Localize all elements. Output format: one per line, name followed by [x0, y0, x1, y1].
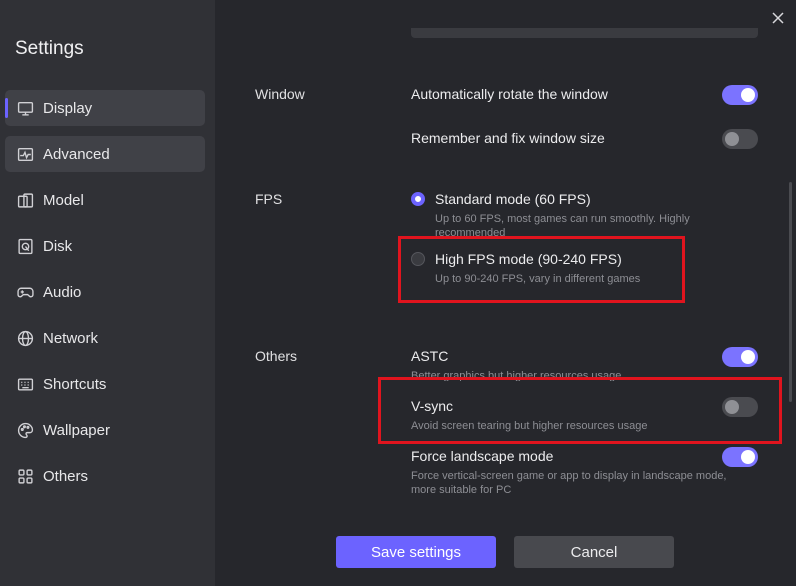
disk-icon: [18, 238, 33, 255]
settings-sidebar: Settings Display Advanced Model Disk Aud…: [0, 0, 215, 586]
palette-icon: [17, 422, 34, 439]
astc-toggle[interactable]: [722, 347, 758, 367]
sidebar-item-others[interactable]: Others: [5, 458, 205, 494]
close-icon[interactable]: [768, 8, 788, 28]
standard-fps-radio[interactable]: [411, 192, 425, 206]
toggle-knob: [741, 88, 755, 102]
sidebar-item-shortcuts[interactable]: Shortcuts: [5, 366, 205, 402]
sidebar-item-wallpaper[interactable]: Wallpaper: [5, 412, 205, 448]
remember-size-toggle[interactable]: [722, 129, 758, 149]
gamepad-icon: [17, 287, 34, 298]
standard-fps-label[interactable]: Standard mode (60 FPS): [435, 191, 591, 207]
highlight-box-high-fps: [398, 236, 685, 303]
sidebar-item-label: Network: [43, 329, 99, 347]
sidebar-item-label: Wallpaper: [43, 421, 110, 439]
sidebar-item-label: Advanced: [43, 145, 110, 163]
sidebar-item-label: Model: [43, 191, 84, 209]
auto-rotate-label: Automatically rotate the window: [411, 86, 608, 102]
section-label-others: Others: [255, 348, 298, 364]
sidebar-item-audio[interactable]: Audio: [5, 274, 205, 310]
sidebar-item-label: Disk: [43, 237, 73, 255]
sidebar-item-label: Audio: [43, 283, 82, 301]
cancel-button[interactable]: Cancel: [514, 536, 674, 568]
sidebar-item-label: Others: [43, 467, 89, 485]
sidebar-item-model[interactable]: Model: [5, 182, 205, 218]
auto-rotate-toggle[interactable]: [722, 85, 758, 105]
sidebar-item-display[interactable]: Display: [5, 90, 205, 126]
monitor-icon: [17, 101, 34, 116]
pulse-icon: [17, 147, 34, 162]
force-landscape-label: Force landscape mode: [411, 448, 554, 464]
save-settings-button[interactable]: Save settings: [336, 536, 496, 568]
standard-fps-desc: Up to 60 FPS, most games can run smoothl…: [435, 213, 690, 225]
section-label-fps: FPS: [255, 191, 283, 207]
force-landscape-toggle[interactable]: [722, 447, 758, 467]
keyboard-icon: [17, 378, 34, 391]
sidebar-item-disk[interactable]: Disk: [5, 228, 205, 264]
highlight-box-vsync: [378, 377, 782, 444]
force-landscape-desc-2: more suitable for PC: [411, 484, 512, 496]
sidebar-item-label: Display: [43, 99, 93, 117]
previous-section-edge: [411, 28, 758, 38]
section-label-window: Window: [255, 86, 305, 102]
content-scrollbar[interactable]: [789, 182, 792, 402]
grid-icon: [18, 469, 33, 484]
toggle-knob: [725, 132, 739, 146]
settings-content: Window Automatically rotate the window R…: [215, 0, 796, 586]
standard-fps-desc-2: recommended: [435, 227, 506, 236]
toggle-knob: [741, 350, 755, 364]
globe-icon: [17, 330, 34, 347]
toggle-knob: [741, 450, 755, 464]
sidebar-item-advanced[interactable]: Advanced: [5, 136, 205, 172]
sidebar-nav: Display Advanced Model Disk Audio Networ…: [5, 90, 205, 504]
sidebar-item-network[interactable]: Network: [5, 320, 205, 356]
sidebar-item-label: Shortcuts: [43, 375, 107, 393]
phone-icon: [17, 193, 34, 208]
force-landscape-desc: Force vertical-screen game or app to dis…: [411, 470, 727, 482]
astc-label: ASTC: [411, 348, 449, 364]
sidebar-title: Settings: [15, 38, 84, 59]
remember-size-label: Remember and fix window size: [411, 130, 605, 146]
